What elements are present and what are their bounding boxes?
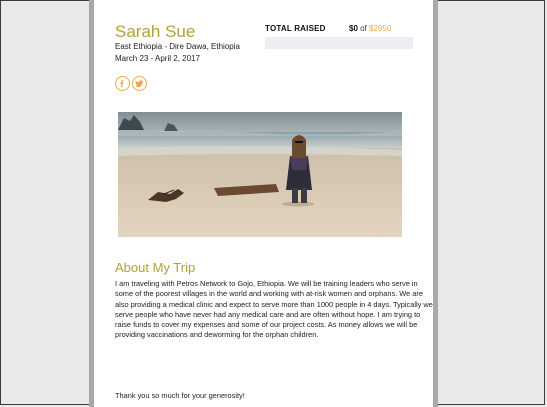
fundraiser-page: Sarah Sue East Ethiopia - Dire Dawa, Eth… [94,0,433,407]
facebook-icon [120,80,124,88]
fundraising-progress-bar [265,37,413,49]
goal-value: $2950 [369,24,392,33]
twitter-icon [135,80,144,88]
raised-of-text: of [357,24,370,33]
facebook-share-button[interactable] [115,76,130,91]
trip-photo [118,112,402,237]
thank-you-note: Thank you so much for your generosity! [115,391,245,400]
trip-description: I am traveling with Petros Network to Go… [115,279,433,340]
right-gutter [433,0,438,407]
beach-photo-illustration [118,112,402,237]
raised-amount: $0 of $2950 [349,24,391,33]
total-raised-label: TOTAL RAISED [265,24,326,33]
trip-location: East Ethiopia - Dire Dawa, Ethiopia [115,42,240,51]
social-share [115,76,147,91]
raised-value: $0 [349,24,358,33]
twitter-share-button[interactable] [132,76,147,91]
about-trip-heading: About My Trip [115,260,196,275]
trip-dates: March 23 - April 2, 2017 [115,54,200,63]
fundraiser-name: Sarah Sue [115,22,196,41]
